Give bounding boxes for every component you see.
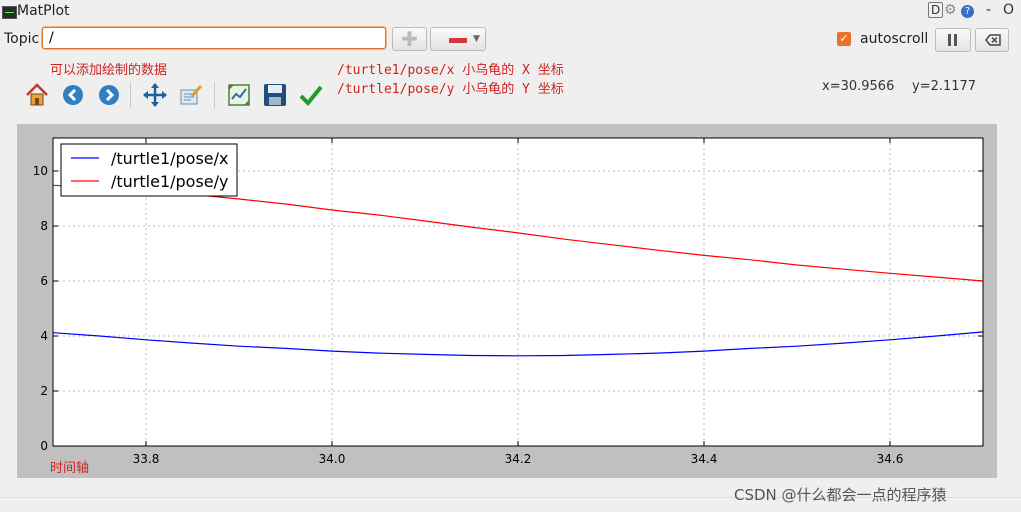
add-topic-button[interactable]: ✚ (392, 27, 427, 51)
y-tick-label: 0 (40, 439, 48, 453)
y-tick-label: 6 (40, 274, 48, 288)
gear-icon[interactable]: ⚙ (944, 2, 957, 18)
app-icon (2, 6, 17, 19)
chevron-down-icon: ▼ (473, 34, 480, 44)
remove-topic-button[interactable]: ▼ (430, 27, 486, 51)
back-button[interactable] (60, 82, 86, 108)
pause-icon (948, 34, 957, 46)
plus-icon: ✚ (401, 27, 418, 51)
edit-curves-icon (180, 84, 203, 105)
x-tick-label: 34.4 (691, 452, 718, 466)
legend-label: /turtle1/pose/y (111, 172, 229, 191)
x-tick-label: 34.0 (319, 452, 346, 466)
pan-button[interactable] (142, 82, 168, 108)
forward-icon (99, 85, 119, 105)
title-bar: MatPlot D ⚙ ? - O (0, 0, 1021, 26)
watermark: CSDN @什么都会一点的程序猿 (734, 486, 947, 504)
y-tick-label: 8 (40, 219, 48, 233)
x-tick-label: 33.8 (133, 452, 160, 466)
close-button[interactable]: O (1003, 2, 1014, 18)
y-tick-label: 4 (40, 329, 48, 343)
save-icon (264, 84, 286, 106)
check-icon (299, 85, 323, 106)
cursor-x-readout: x=30.9566 (822, 79, 895, 94)
help-button[interactable]: ? (961, 5, 974, 18)
line-chart[interactable]: 33.8 34.0 34.2 34.4 34.6 0 2 4 6 8 10/turtle1/pose… (17, 124, 997, 478)
window-title: MatPlot (17, 3, 70, 19)
minimize-button[interactable]: - (986, 2, 991, 18)
legend: /turtle1/pose/x/turtle1/pose/y (60, 143, 238, 197)
topic-label: Topic (4, 31, 40, 47)
pause-button[interactable] (935, 28, 971, 52)
y-tick-label: 10 (33, 164, 48, 178)
subplot-config-button[interactable] (226, 82, 252, 108)
dock-button[interactable]: D (928, 2, 944, 18)
legend-label: /turtle1/pose/x (111, 149, 229, 168)
pan-icon (143, 83, 167, 107)
subplot-config-icon (228, 84, 250, 106)
autoscroll-checkbox[interactable]: ✓ (837, 32, 851, 46)
x-series-annotation: /turtle1/pose/x 小乌龟的 X 坐标 (337, 63, 564, 78)
edit-curves-button[interactable] (178, 82, 204, 108)
y-series-annotation: /turtle1/pose/y 小乌龟的 Y 坐标 (337, 82, 564, 97)
back-icon (63, 85, 83, 105)
x-tick-label: 34.6 (877, 452, 904, 466)
plot-canvas[interactable]: 33.8 34.0 34.2 34.4 34.6 0 2 4 6 8 10/turtle1/pose… (17, 124, 997, 478)
topic-input[interactable] (42, 27, 386, 49)
time-axis-annotation: 时间轴 (50, 461, 90, 476)
home-button[interactable] (24, 82, 50, 108)
minus-icon (449, 38, 467, 43)
clear-icon (985, 34, 1001, 46)
home-icon (26, 83, 48, 106)
save-button[interactable] (262, 82, 288, 108)
toolbar-divider (130, 82, 131, 108)
toolbar-divider (214, 82, 215, 108)
y-tick-label: 2 (40, 384, 48, 398)
clear-button[interactable] (975, 28, 1009, 52)
autoscroll-label: autoscroll (860, 31, 929, 47)
confirm-button[interactable] (298, 82, 324, 108)
x-tick-label: 34.2 (505, 452, 532, 466)
add-plot-annotation: 可以添加绘制的数据 (50, 63, 168, 78)
forward-button[interactable] (96, 82, 122, 108)
cursor-y-readout: y=2.1177 (912, 79, 977, 94)
